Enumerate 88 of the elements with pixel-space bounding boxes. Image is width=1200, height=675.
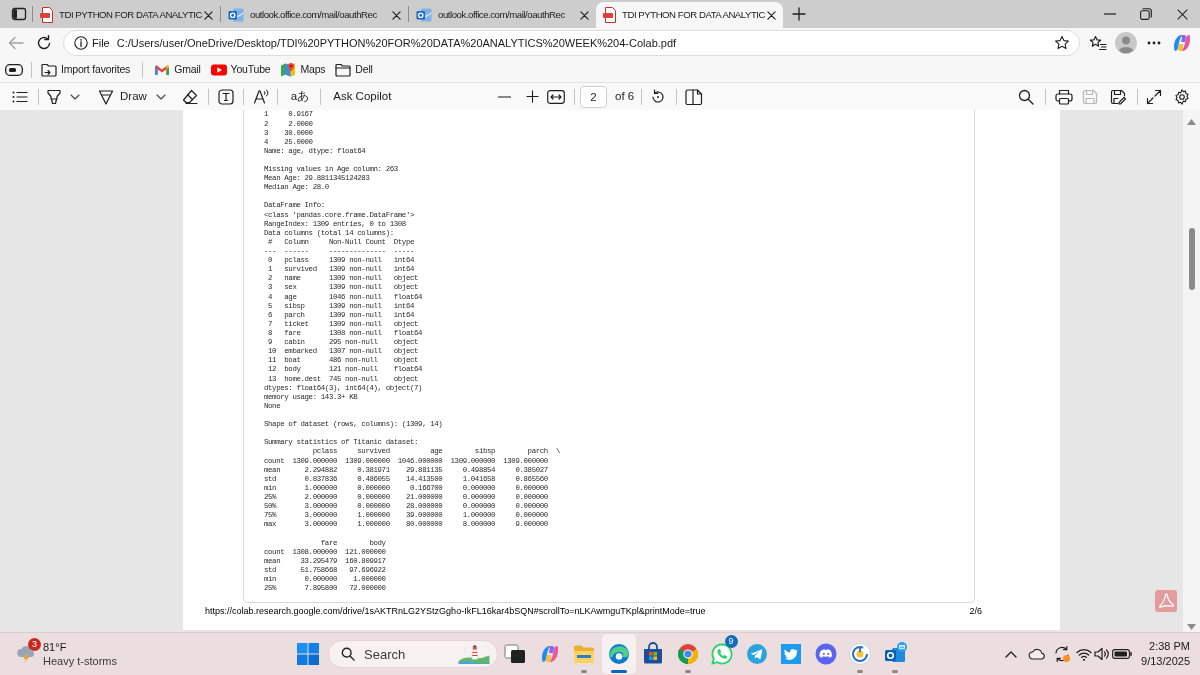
minus-icon[interactable]	[497, 95, 511, 98]
refresh-icon[interactable]	[36, 35, 52, 51]
plus-icon[interactable]	[525, 90, 539, 103]
game-face-icon	[813, 642, 838, 666]
scroll-thumb[interactable]	[1188, 228, 1195, 290]
weather-condition-text: Heavy t-storms	[43, 654, 117, 668]
rotate-icon[interactable]	[650, 88, 667, 105]
chat-phone-icon	[710, 642, 735, 666]
scroll-up-icon[interactable]	[1187, 119, 1196, 125]
bookmark-link[interactable]: Maps	[275, 59, 331, 81]
chevron-up-icon[interactable]	[1005, 650, 1017, 658]
mail-app-icon	[416, 7, 432, 23]
multicolor-logo-icon[interactable]	[1172, 33, 1192, 53]
folder-import-icon	[41, 63, 57, 77]
info-icon[interactable]	[74, 36, 88, 50]
browser-tab[interactable]: outlook.office.com/mail/oauthRec	[221, 2, 408, 28]
url-text[interactable]: C:/Users/user/OneDrive/Desktop/TDI%20PYTHON%20FOR%20DATA%20ANALYTICS%20WEEK%204-Colab.pdf	[116, 34, 1050, 52]
folder-icon	[335, 63, 352, 77]
translate-button[interactable]: aあ	[286, 84, 314, 109]
page-number-field[interactable]: 2	[580, 85, 607, 108]
clock-time: 2:38 PM	[1149, 639, 1190, 654]
close-icon[interactable]	[204, 10, 213, 20]
site-info-label[interactable]: File	[92, 34, 110, 52]
tricolor-circle-icon	[675, 642, 700, 666]
close-icon[interactable]	[767, 10, 776, 20]
card-icon[interactable]	[5, 64, 23, 76]
favorites-icon[interactable]	[1089, 35, 1107, 51]
close-icon[interactable]	[1176, 8, 1188, 20]
more-icon[interactable]	[1147, 41, 1161, 45]
search-field[interactable]: Search	[328, 640, 498, 668]
browser-tab[interactable]: TDI PYTHON FOR DATA ANALYTIC	[33, 2, 220, 28]
print-icon[interactable]	[1055, 88, 1073, 105]
footer-url-text: https://colab.research.google.com/drive/1sAKTRnLG2YStzGgho-IkFL16kar4bSQN#scrollTo=nLKAwmguTKpl&printMode=true	[205, 606, 706, 617]
highlighter-icon[interactable]	[46, 88, 62, 105]
close-icon[interactable]	[580, 10, 589, 20]
bookmark-link[interactable]: Import favorites	[36, 59, 136, 81]
mail-app-icon	[228, 7, 244, 23]
ring-icon	[848, 642, 873, 666]
page-number-text: 2/6	[969, 606, 982, 617]
address-bar[interactable]: File C:/Users/user/OneDrive/Desktop/TDI%20PYTHON%20FOR%20DATA%20ANALYTICS%20WEEK%204-Colab.pdf	[63, 30, 1080, 56]
battery-icon[interactable]	[1112, 649, 1132, 659]
ask-copilot-button[interactable]: Ask Copilot	[327, 84, 396, 109]
paper-plane-icon	[744, 642, 769, 666]
read-aloud-icon[interactable]	[252, 88, 269, 105]
bookmark-link[interactable]: Dell	[330, 59, 378, 81]
page-count-text: of 6	[615, 88, 635, 104]
restore-icon[interactable]	[1140, 8, 1152, 20]
scroll-down-icon[interactable]	[1187, 624, 1196, 630]
profile-avatar-icon[interactable]	[1115, 32, 1137, 54]
fit-width-icon[interactable]	[547, 89, 565, 104]
cloud-icon[interactable]	[1028, 648, 1046, 660]
search-icon[interactable]	[1018, 88, 1034, 105]
lighthouse-illustration	[457, 644, 491, 664]
temperature-text: 81°F	[43, 640, 68, 654]
star-icon[interactable]	[1054, 35, 1070, 51]
text-box-icon[interactable]	[217, 88, 234, 105]
pdf-file-icon	[40, 7, 53, 23]
settings-icon[interactable]	[1174, 88, 1190, 105]
browser-tab[interactable]: outlook.office.com/mail/oauthRec	[409, 2, 596, 28]
two-page-icon[interactable]	[685, 88, 704, 105]
clock-date: 9/13/2025	[1141, 654, 1190, 669]
list-icon[interactable]	[12, 89, 28, 104]
overlapping-squares-icon	[503, 642, 528, 666]
tab-actions-icon[interactable]	[11, 6, 27, 22]
browser-tab[interactable]: TDI PYTHON FOR DATA ANALYTIC	[596, 2, 783, 28]
swirl-logo-icon	[606, 642, 631, 666]
draw-button[interactable]: Draw	[94, 84, 151, 109]
notification-badge: 3	[28, 638, 41, 651]
bookmark-link[interactable]: YouTube	[205, 59, 276, 81]
eraser-icon[interactable]	[181, 88, 198, 105]
fullscreen-icon[interactable]	[1146, 88, 1162, 105]
speaker-icon[interactable]	[1094, 647, 1110, 661]
notification-badge: 9	[724, 635, 738, 648]
play-logo-icon	[210, 64, 227, 76]
taskbar-button[interactable]: 9	[705, 634, 740, 674]
save-as-icon[interactable]	[1110, 88, 1126, 105]
caret-icon[interactable]	[70, 93, 80, 100]
search-icon	[341, 647, 355, 661]
pen-icon	[98, 88, 114, 105]
wifi-icon[interactable]	[1076, 647, 1092, 661]
sync-icon[interactable]	[1053, 645, 1071, 663]
bird-icon	[779, 642, 804, 666]
caret-icon[interactable]	[155, 93, 166, 100]
map-pin-icon	[280, 62, 297, 78]
pdf-file-icon	[603, 7, 616, 23]
close-icon[interactable]	[392, 10, 401, 20]
bookmark-link[interactable]: Gmail	[149, 59, 206, 81]
m-envelope-icon	[154, 64, 171, 76]
